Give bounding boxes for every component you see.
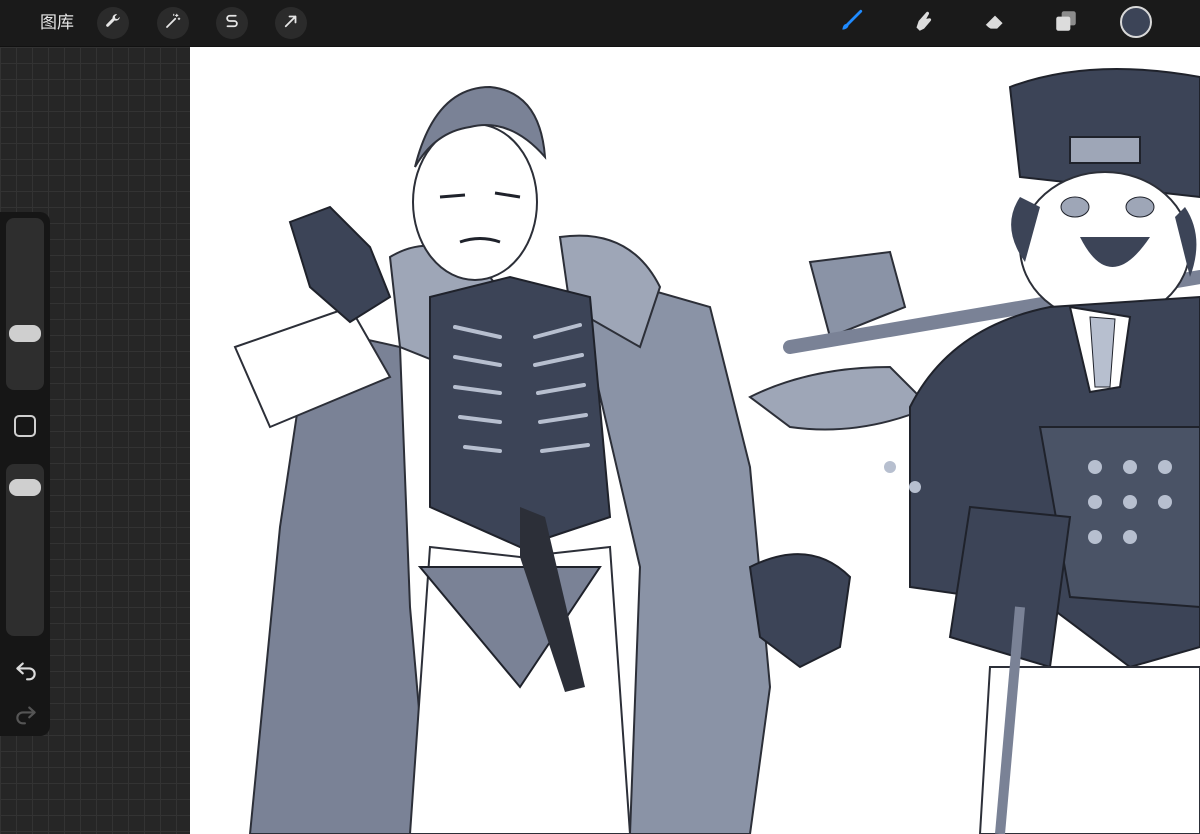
raised-glove-shape [288, 205, 392, 324]
opacity-slider[interactable] [6, 464, 44, 636]
modify-button[interactable] [14, 415, 36, 437]
layers-icon [1053, 8, 1079, 39]
selection-s-icon [223, 12, 241, 35]
brush-tool-button[interactable] [836, 8, 866, 38]
sketch-artwork [233, 68, 1200, 834]
eraser-tool-button[interactable] [980, 8, 1010, 38]
right-eye-left [1060, 196, 1090, 218]
plaid-tie [1089, 316, 1116, 388]
color-picker-button[interactable] [1120, 6, 1152, 38]
smudge-tool-button[interactable] [908, 8, 938, 38]
smudge-finger-icon [910, 8, 936, 39]
opacity-thumb[interactable] [9, 478, 41, 496]
selection-button[interactable] [216, 7, 248, 39]
magic-wand-icon [164, 12, 182, 35]
actions-button[interactable] [97, 7, 129, 39]
right-arm-shape [948, 505, 1072, 669]
redo-arrow-icon [13, 706, 39, 730]
cap-buckle [1069, 136, 1141, 164]
wrench-icon [104, 12, 122, 35]
brush-icon [838, 8, 864, 39]
left-sidebar [0, 212, 50, 736]
axe-bottom-blade [748, 365, 932, 431]
redo-button[interactable] [13, 700, 39, 726]
top-toolbar: 图库 [0, 0, 1200, 47]
undo-arrow-icon [13, 662, 39, 686]
brush-size-thumb[interactable] [9, 325, 41, 343]
drawing-canvas[interactable] [190, 47, 1200, 834]
adjustments-button[interactable] [157, 7, 189, 39]
eraser-icon [982, 8, 1008, 39]
transform-button[interactable] [275, 7, 307, 39]
vest-shape [429, 275, 612, 549]
undo-button[interactable] [13, 656, 39, 682]
gallery-button[interactable]: 图库 [40, 11, 74, 35]
brush-size-slider[interactable] [6, 218, 44, 390]
right-eye-right [1125, 196, 1155, 218]
left-head-shape [412, 123, 538, 281]
layers-button[interactable] [1051, 8, 1081, 38]
arrow-cursor-icon [282, 12, 300, 35]
